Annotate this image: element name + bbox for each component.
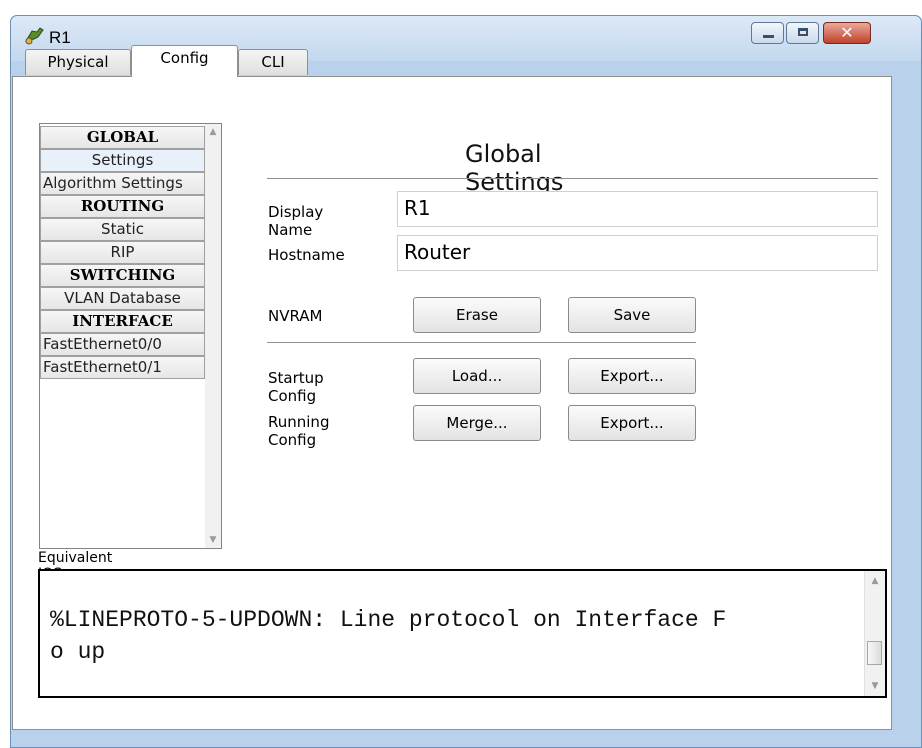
- window-title: R1: [49, 28, 71, 47]
- console-line: %LINEPROTO-5-UPDOWN: Line protocol on In…: [50, 607, 727, 633]
- nav-item-algorithm-settings[interactable]: Algorithm Settings: [40, 172, 205, 195]
- scroll-up-icon[interactable]: ▲: [205, 124, 221, 140]
- title-divider: [267, 178, 878, 179]
- console-line: o up: [50, 639, 106, 665]
- maximize-icon: [798, 28, 808, 36]
- display-name-field[interactable]: R1: [397, 191, 878, 227]
- tab-physical[interactable]: Physical: [25, 49, 131, 75]
- ios-commands-console[interactable]: %LINEPROTO-5-UPDOWN: Line protocol on In…: [38, 569, 887, 698]
- close-button[interactable]: ✕: [823, 22, 871, 44]
- nav-header-interface[interactable]: INTERFACE: [40, 310, 205, 333]
- nav-header-global[interactable]: GLOBAL: [40, 126, 205, 149]
- nav-item-settings[interactable]: Settings: [40, 149, 205, 172]
- startup-config-label: Startup Config: [268, 369, 324, 405]
- nav-item-vlan-database[interactable]: VLAN Database: [40, 287, 205, 310]
- nav-item-fastethernet0-0[interactable]: FastEthernet0/0: [40, 333, 205, 356]
- nvram-label: NVRAM: [268, 307, 323, 325]
- hostname-field[interactable]: Router: [397, 235, 878, 271]
- console-scrollbar[interactable]: ▲ ▼: [864, 571, 885, 696]
- tab-cli[interactable]: CLI: [238, 49, 308, 75]
- console-output: %LINEPROTO-5-UPDOWN: Line protocol on In…: [50, 604, 870, 668]
- tab-config[interactable]: Config: [131, 45, 238, 77]
- nav-item-fastethernet0-1[interactable]: FastEthernet0/1: [40, 356, 205, 379]
- hostname-label: Hostname: [268, 246, 345, 264]
- nvram-divider: [267, 342, 696, 343]
- minimize-icon: [763, 35, 774, 38]
- display-name-label: Display Name: [268, 203, 324, 239]
- nav-item-rip[interactable]: RIP: [40, 241, 205, 264]
- minimize-button[interactable]: [751, 22, 784, 44]
- close-icon: ✕: [840, 23, 854, 42]
- scrollbar-thumb[interactable]: [867, 641, 882, 665]
- nav-item-static[interactable]: Static: [40, 218, 205, 241]
- nav-header-routing[interactable]: ROUTING: [40, 195, 205, 218]
- maximize-button[interactable]: [786, 22, 819, 44]
- scroll-up-icon[interactable]: ▲: [867, 573, 883, 589]
- nav-header-switching[interactable]: SWITCHING: [40, 264, 205, 287]
- erase-button[interactable]: Erase: [413, 297, 541, 333]
- running-export-button[interactable]: Export...: [568, 405, 696, 441]
- nav-list-scrollbar[interactable]: ▲ ▼: [205, 124, 221, 548]
- startup-export-button[interactable]: Export...: [568, 358, 696, 394]
- running-merge-button[interactable]: Merge...: [413, 405, 541, 441]
- startup-load-button[interactable]: Load...: [413, 358, 541, 394]
- scroll-down-icon[interactable]: ▼: [867, 678, 883, 694]
- settings-navigation-list: GLOBAL Settings Algorithm Settings ROUTI…: [39, 123, 222, 549]
- save-button[interactable]: Save: [568, 297, 696, 333]
- running-config-label: Running Config: [268, 413, 330, 449]
- router-app-icon: [23, 26, 45, 46]
- page-title: Global Settings: [465, 140, 564, 196]
- scroll-down-icon[interactable]: ▼: [205, 532, 221, 548]
